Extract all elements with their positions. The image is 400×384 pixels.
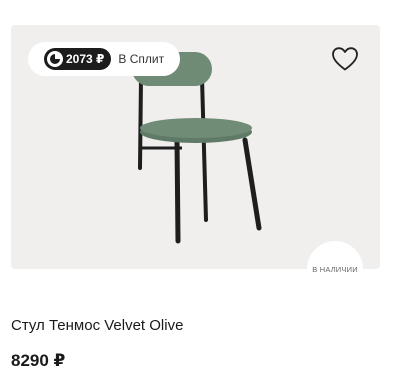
product-image[interactable] [130,48,270,248]
product-card[interactable]: 2073 ₽ В Сплит В НАЛИЧИИ Стул Тенмос Vel… [0,0,400,384]
product-price: 8290 ₽ [11,351,66,370]
heart-outline-icon[interactable] [331,46,359,72]
split-logo-icon [47,51,63,67]
split-badge[interactable]: 2073 ₽ В Сплит [28,42,180,76]
split-amount: 2073 ₽ [66,52,105,66]
stock-badge: В НАЛИЧИИ [307,241,363,297]
split-label: В Сплит [118,52,165,66]
stock-label: В НАЛИЧИИ [312,264,358,274]
split-pill: 2073 ₽ [44,48,112,70]
product-name[interactable]: Стул Тенмос Velvet Olive [11,317,183,334]
